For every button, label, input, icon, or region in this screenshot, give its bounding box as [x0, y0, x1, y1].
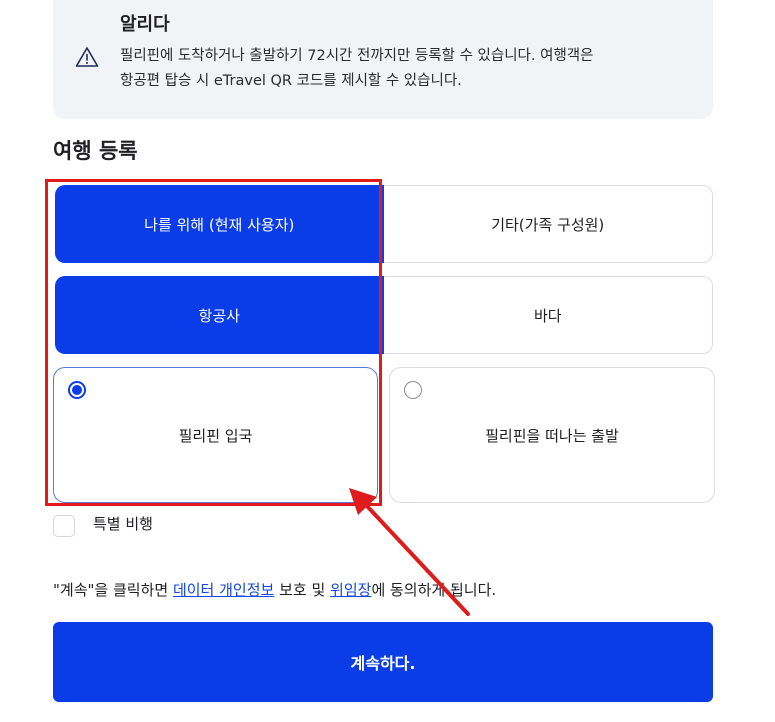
sea-option[interactable]: 바다: [383, 276, 713, 354]
notice-line-1: 필리핀에 도착하거나 출발하기 72시간 전까지만 등록할 수 있습니다. 여행…: [120, 48, 594, 64]
departure-radio[interactable]: [404, 381, 422, 399]
for-me-option[interactable]: 나를 위해 (현재 사용자): [55, 185, 384, 263]
continue-button[interactable]: 계속하다.: [53, 622, 713, 702]
consent-suffix: 에 동의하게 됩니다.: [371, 581, 497, 599]
arrival-label: 필리핀 입국: [178, 427, 253, 445]
family-member-option[interactable]: 기타(가족 구성원): [383, 185, 713, 263]
departure-label: 필리핀을 떠나는 출발: [485, 427, 619, 445]
consent-text: "계속"을 클릭하면 데이터 개인정보 보호 및 위임장에 동의하게 됩니다.: [53, 579, 496, 600]
consent-prefix: "계속"을 클릭하면: [53, 581, 173, 599]
notice-box: 알리다 필리핀에 도착하거나 출발하기 72시간 전까지만 등록할 수 있습니다…: [53, 0, 713, 119]
arrival-card[interactable]: 필리핀 입국: [53, 367, 378, 503]
traveler-toggle: 나를 위해 (현재 사용자) 기타(가족 구성원): [55, 185, 713, 263]
data-privacy-link[interactable]: 데이터 개인정보: [173, 581, 274, 599]
notice-line-2: 항공편 탑승 시 eTravel QR 코드를 제시할 수 있습니다.: [120, 73, 462, 89]
special-flight-checkbox[interactable]: [53, 515, 75, 537]
travel-mode-toggle: 항공사 바다: [55, 276, 713, 354]
arrival-radio[interactable]: [68, 381, 86, 399]
section-title: 여행 등록: [53, 139, 138, 163]
air-option[interactable]: 항공사: [55, 276, 384, 354]
special-flight-label: 특별 비행: [93, 515, 153, 533]
departure-card[interactable]: 필리핀을 떠나는 출발: [389, 367, 715, 503]
power-of-attorney-link[interactable]: 위임장: [330, 581, 371, 599]
notice-body: 필리핀에 도착하거나 출발하기 72시간 전까지만 등록할 수 있습니다. 여행…: [120, 44, 700, 94]
consent-middle: 보호 및: [274, 581, 331, 599]
warning-icon: [75, 47, 99, 67]
notice-title: 알리다: [120, 14, 170, 35]
